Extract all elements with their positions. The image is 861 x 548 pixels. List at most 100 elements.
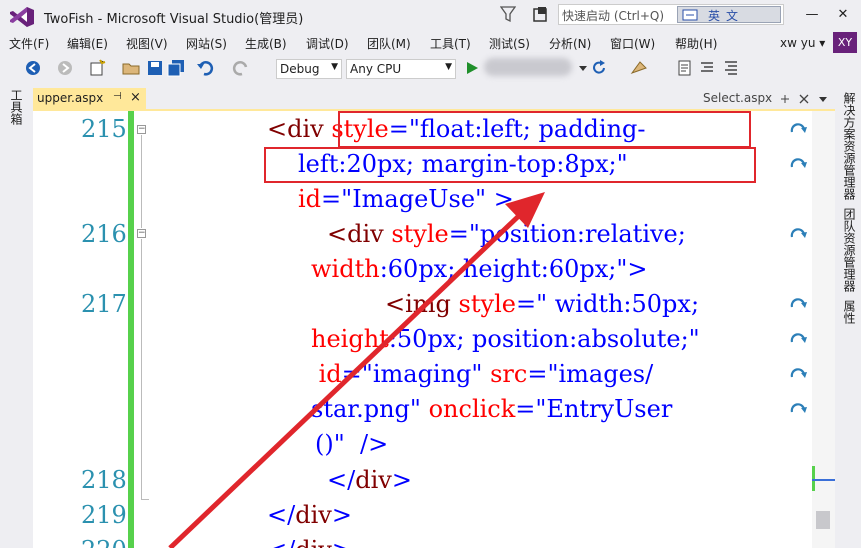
code-token: > bbox=[486, 185, 514, 213]
comment-out-icon[interactable] bbox=[676, 59, 694, 77]
standard-toolbar: Debug ▼ Any CPU ▼ bbox=[0, 55, 861, 82]
fold-guide-end bbox=[141, 499, 149, 500]
configuration-value: Debug bbox=[280, 62, 320, 76]
code-token: > bbox=[627, 255, 648, 283]
code-token: src bbox=[490, 360, 528, 388]
tab-select-aspx-preview[interactable]: Select.aspx bbox=[703, 91, 772, 105]
undo-icon[interactable] bbox=[196, 59, 214, 77]
properties-tab[interactable]: 属性 bbox=[841, 300, 858, 324]
minimize-button[interactable]: — bbox=[800, 4, 824, 26]
quick-launch-input[interactable]: 快速启动 (Ctrl+Q) 英文 bbox=[558, 4, 784, 25]
code-line: id="ImageUse" > bbox=[298, 185, 514, 213]
tab-label: upper.aspx bbox=[37, 91, 104, 105]
code-line: width:60px; height:60px;"> bbox=[311, 255, 647, 283]
right-tool-strip: 解决方案资源管理器 团队资源管理器 属性 bbox=[835, 88, 861, 548]
code-editor[interactable]: 215 216 217 218 219 220 − − <div style="… bbox=[33, 111, 812, 548]
feedback-filter-icon[interactable] bbox=[500, 5, 516, 23]
tab-upper-aspx[interactable]: upper.aspx ⊣ × bbox=[33, 88, 146, 109]
code-token: style bbox=[458, 290, 516, 318]
visual-studio-logo-icon bbox=[10, 7, 34, 27]
scrollbar-thumb[interactable] bbox=[816, 511, 830, 529]
menu-build[interactable]: 生成(B) bbox=[245, 35, 287, 52]
close-icon[interactable]: × bbox=[130, 90, 141, 105]
pin-icon[interactable]: ⊣ bbox=[113, 91, 122, 102]
code-token: > bbox=[391, 466, 412, 494]
fold-guide bbox=[141, 135, 142, 228]
change-tracking-bar bbox=[128, 111, 134, 548]
word-wrap-glyph-icon bbox=[790, 298, 807, 308]
line-number: 220 bbox=[81, 536, 127, 548]
code-token: > bbox=[332, 536, 352, 548]
code-token: ="imaging" bbox=[341, 360, 491, 388]
ime-language-indicator[interactable]: 英文 bbox=[677, 6, 781, 23]
ime-icon bbox=[682, 9, 698, 21]
menu-analyze[interactable]: 分析(N) bbox=[549, 35, 591, 52]
code-line: <img style=" width:50px; bbox=[385, 290, 699, 318]
user-account-name[interactable]: xw yu ▾ bbox=[780, 36, 825, 50]
navigate-back-icon[interactable] bbox=[24, 59, 42, 77]
code-token: div bbox=[295, 536, 332, 548]
line-number: 219 bbox=[81, 501, 127, 529]
code-token: <div bbox=[327, 220, 392, 248]
menu-edit[interactable]: 编辑(E) bbox=[67, 35, 108, 52]
vertical-scrollbar[interactable] bbox=[812, 111, 835, 548]
word-wrap-glyph-icon bbox=[790, 228, 807, 238]
code-token: div bbox=[295, 501, 332, 529]
open-file-icon[interactable] bbox=[122, 59, 140, 77]
word-wrap-glyph-icon bbox=[790, 123, 807, 133]
code-token: </ bbox=[267, 501, 296, 529]
line-number: 217 bbox=[81, 290, 127, 318]
solution-explorer-tab[interactable]: 解决方案资源管理器 bbox=[841, 92, 858, 200]
new-project-icon[interactable] bbox=[88, 59, 106, 77]
fold-toggle-icon[interactable]: − bbox=[137, 125, 146, 134]
code-token: =" width:50px; bbox=[515, 290, 700, 318]
redo-icon[interactable] bbox=[232, 59, 250, 77]
scroll-caret-marker bbox=[812, 479, 835, 481]
code-token: div bbox=[355, 466, 392, 494]
code-token: ="position:relative; bbox=[448, 220, 686, 248]
close-icon[interactable] bbox=[798, 93, 810, 105]
notification-flag-icon[interactable] bbox=[532, 6, 548, 24]
menu-help[interactable]: 帮助(H) bbox=[675, 35, 717, 52]
code-token: :60px; height:60px;" bbox=[379, 255, 628, 283]
save-icon[interactable] bbox=[146, 59, 164, 77]
uncomment-icon[interactable] bbox=[698, 59, 716, 77]
menu-tools[interactable]: 工具(T) bbox=[430, 35, 471, 52]
window-title: TwoFish - Microsoft Visual Studio(管理员) bbox=[44, 12, 304, 27]
menu-window[interactable]: 窗口(W) bbox=[610, 35, 655, 52]
avatar[interactable]: XY bbox=[833, 32, 857, 53]
code-token: ="EntryUser bbox=[515, 395, 673, 423]
code-token: <div bbox=[267, 115, 332, 143]
code-token: id bbox=[298, 185, 322, 213]
start-debugging-icon[interactable] bbox=[463, 59, 481, 77]
navigate-forward-icon[interactable] bbox=[56, 59, 74, 77]
code-line: star.png" onclick="EntryUser bbox=[311, 395, 672, 423]
menu-bar: 文件(F) 编辑(E) 视图(V) 网站(S) 生成(B) 调试(D) 团队(M… bbox=[0, 32, 861, 54]
toolbox-tab[interactable]: 工具箱 bbox=[8, 89, 25, 125]
menu-team[interactable]: 团队(M) bbox=[367, 35, 411, 52]
solution-platform-select[interactable]: Any CPU ▼ bbox=[346, 59, 456, 79]
quick-launch-placeholder: 快速启动 (Ctrl+Q) bbox=[562, 9, 665, 23]
code-token: > bbox=[331, 501, 352, 529]
menu-test[interactable]: 测试(S) bbox=[489, 35, 530, 52]
team-explorer-tab[interactable]: 团队资源管理器 bbox=[841, 208, 858, 292]
menu-debug[interactable]: 调试(D) bbox=[306, 35, 349, 52]
chevron-down-icon[interactable] bbox=[817, 94, 829, 104]
save-all-icon[interactable] bbox=[167, 59, 185, 77]
menu-view[interactable]: 视图(V) bbox=[126, 35, 168, 52]
code-token: <img bbox=[385, 290, 459, 318]
code-line: </div> bbox=[267, 501, 352, 529]
menu-file[interactable]: 文件(F) bbox=[9, 35, 49, 52]
annotation-highlight-box bbox=[264, 147, 756, 183]
redacted-region bbox=[484, 58, 572, 76]
browser-link-icon[interactable] bbox=[630, 59, 648, 77]
menu-website[interactable]: 网站(S) bbox=[186, 35, 227, 52]
close-window-button[interactable]: ✕ bbox=[831, 4, 855, 26]
refresh-icon[interactable] bbox=[590, 59, 608, 77]
fold-toggle-icon[interactable]: − bbox=[137, 229, 146, 238]
solution-configuration-select[interactable]: Debug ▼ bbox=[276, 59, 342, 79]
pin-icon[interactable] bbox=[779, 93, 791, 105]
code-line: height:50px; position:absolute;" bbox=[311, 325, 700, 353]
bookmark-icon[interactable] bbox=[722, 59, 740, 77]
code-token: onclick bbox=[428, 395, 516, 423]
